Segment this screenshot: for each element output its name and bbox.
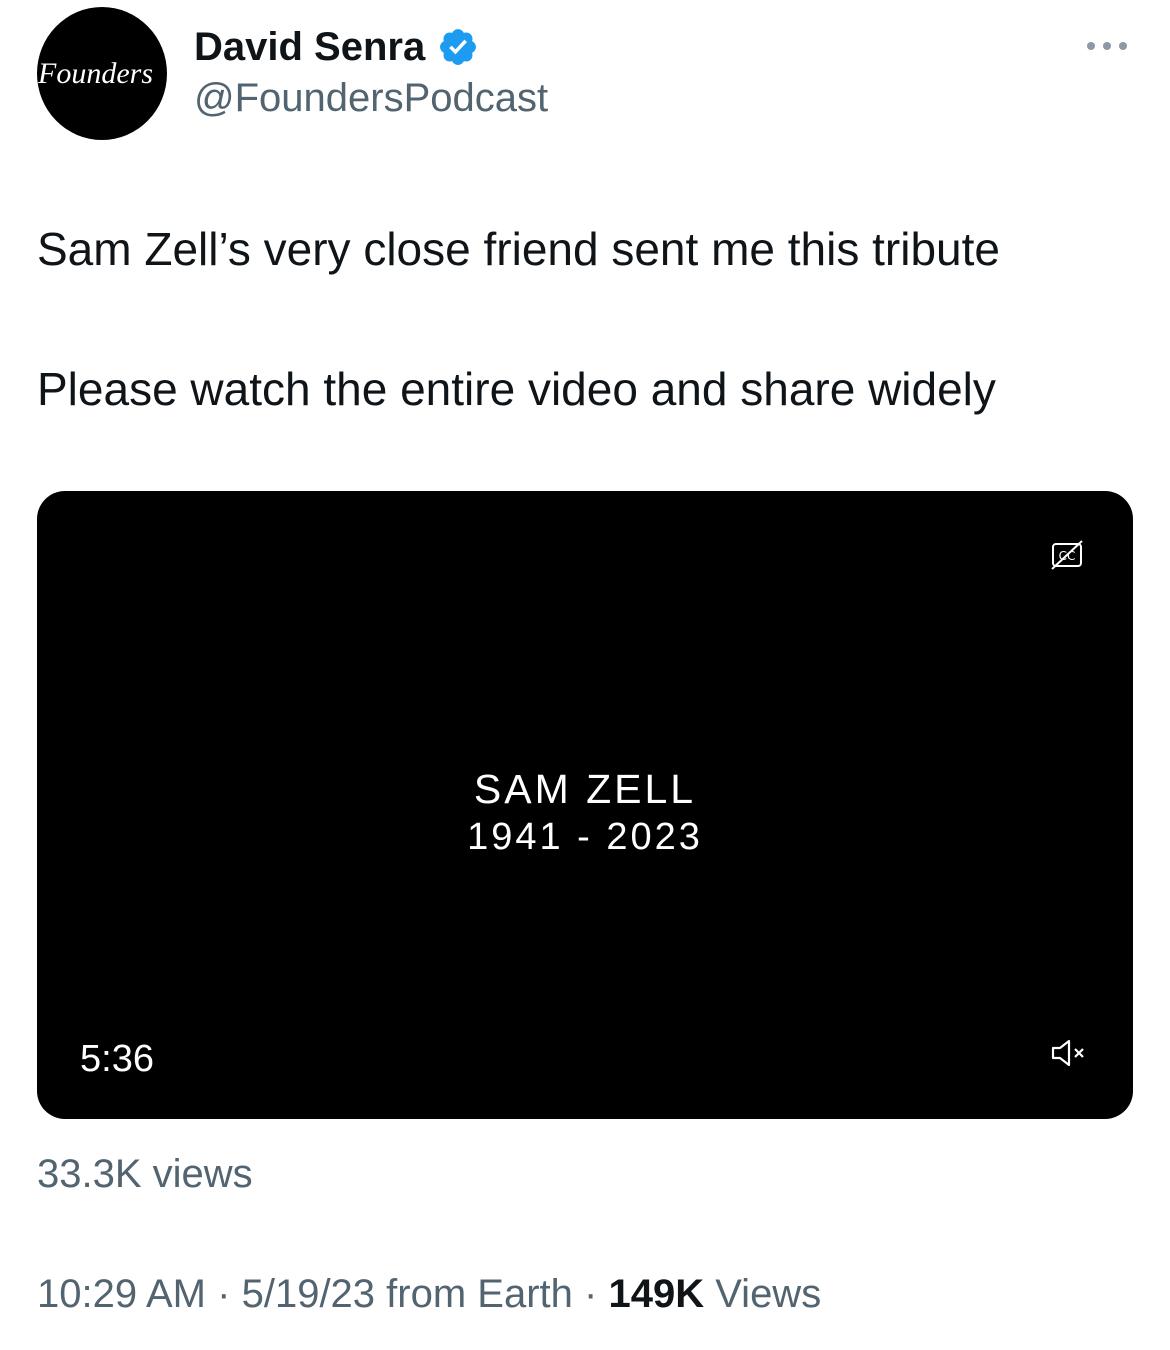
tweet-time[interactable]: 10:29 AM (37, 1272, 206, 1316)
tweet-meta: 10:29 AM · 5/19/23 from Earth · 149K Vie… (37, 1272, 821, 1317)
video-duration: 5:36 (80, 1038, 154, 1080)
meta-separator: · (217, 1272, 231, 1316)
more-options-icon[interactable] (1084, 36, 1130, 56)
closed-captions-off-icon[interactable]: CC (1050, 538, 1084, 572)
video-title-text: SAM ZELL (473, 766, 697, 812)
tweet-date-source[interactable]: 5/19/23 from Earth (242, 1272, 573, 1316)
author-name-row: David Senra (194, 22, 479, 72)
avatar-logo-text: Founders (38, 56, 153, 90)
verified-badge-icon (440, 29, 477, 65)
tweet-text-line-2: Please watch the entire video and share … (37, 363, 996, 415)
display-name[interactable]: David Senra (194, 25, 425, 70)
meta-separator: · (584, 1272, 598, 1316)
tweet-views-label[interactable]: Views (715, 1272, 821, 1316)
author-handle[interactable]: @FoundersPodcast (194, 76, 548, 121)
muted-speaker-icon[interactable] (1050, 1037, 1088, 1069)
tweet-views-count[interactable]: 149K (608, 1272, 704, 1316)
video-years-text: 1941 - 2023 (467, 816, 703, 858)
tweet-text-line-1: Sam Zell’s very close friend sent me thi… (37, 223, 1000, 275)
avatar[interactable]: Founders (37, 7, 167, 140)
video-views-count: 33.3K views (37, 1152, 253, 1196)
